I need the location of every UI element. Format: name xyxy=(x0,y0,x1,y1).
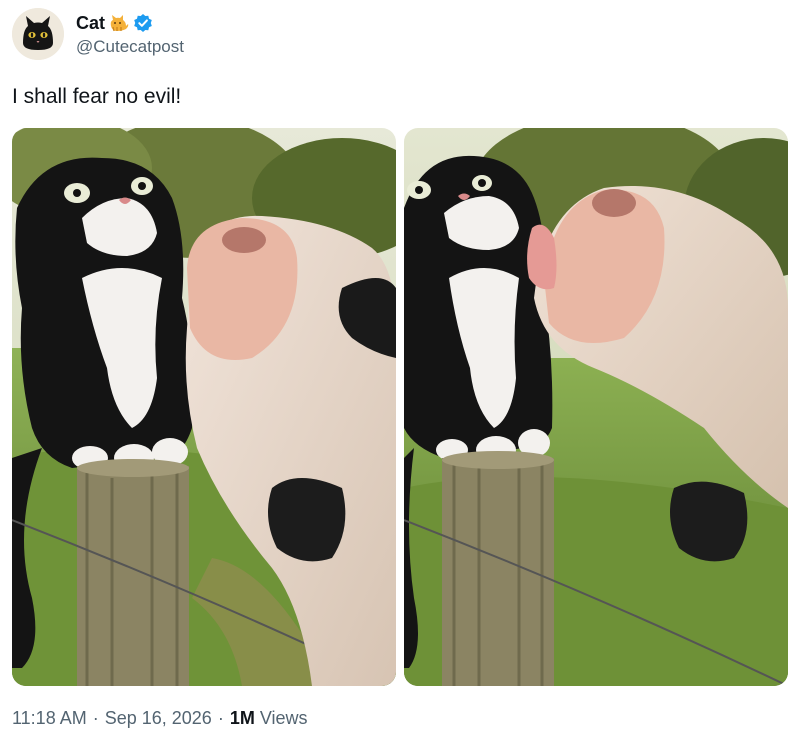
media-photo-1[interactable] xyxy=(12,128,396,686)
author-handle[interactable]: @Cutecatpost xyxy=(76,37,184,57)
post-date[interactable]: Sep 16, 2026 xyxy=(105,708,212,729)
name-row: Cat xyxy=(76,11,184,35)
post-header: Cat @Cutecatpost xyxy=(12,8,184,60)
media-grid xyxy=(12,128,788,686)
views-label[interactable]: Views xyxy=(260,708,308,729)
black-cat-avatar-icon xyxy=(12,8,64,60)
tweet-post: Cat @Cutecatpost I shall fear no evil! 1… xyxy=(0,0,800,745)
author-avatar[interactable] xyxy=(12,8,64,60)
meta-separator-2: · xyxy=(217,708,224,728)
post-time[interactable]: 11:18 AM xyxy=(12,708,87,729)
author-names: Cat @Cutecatpost xyxy=(76,8,184,60)
post-meta: 11:18 AM · Sep 16, 2026 · 1M Views xyxy=(12,708,308,729)
media-photo-2[interactable] xyxy=(404,128,788,686)
views-count[interactable]: 1M xyxy=(230,708,255,729)
photo-cat-and-cow-1-icon xyxy=(12,128,396,686)
photo-cat-and-cow-2-icon xyxy=(404,128,788,686)
post-text: I shall fear no evil! xyxy=(12,85,182,108)
meta-separator-1: · xyxy=(92,708,99,728)
author-display-name[interactable]: Cat xyxy=(76,13,105,34)
cat-emoji-icon xyxy=(108,13,130,33)
verified-badge-icon[interactable] xyxy=(133,13,153,33)
